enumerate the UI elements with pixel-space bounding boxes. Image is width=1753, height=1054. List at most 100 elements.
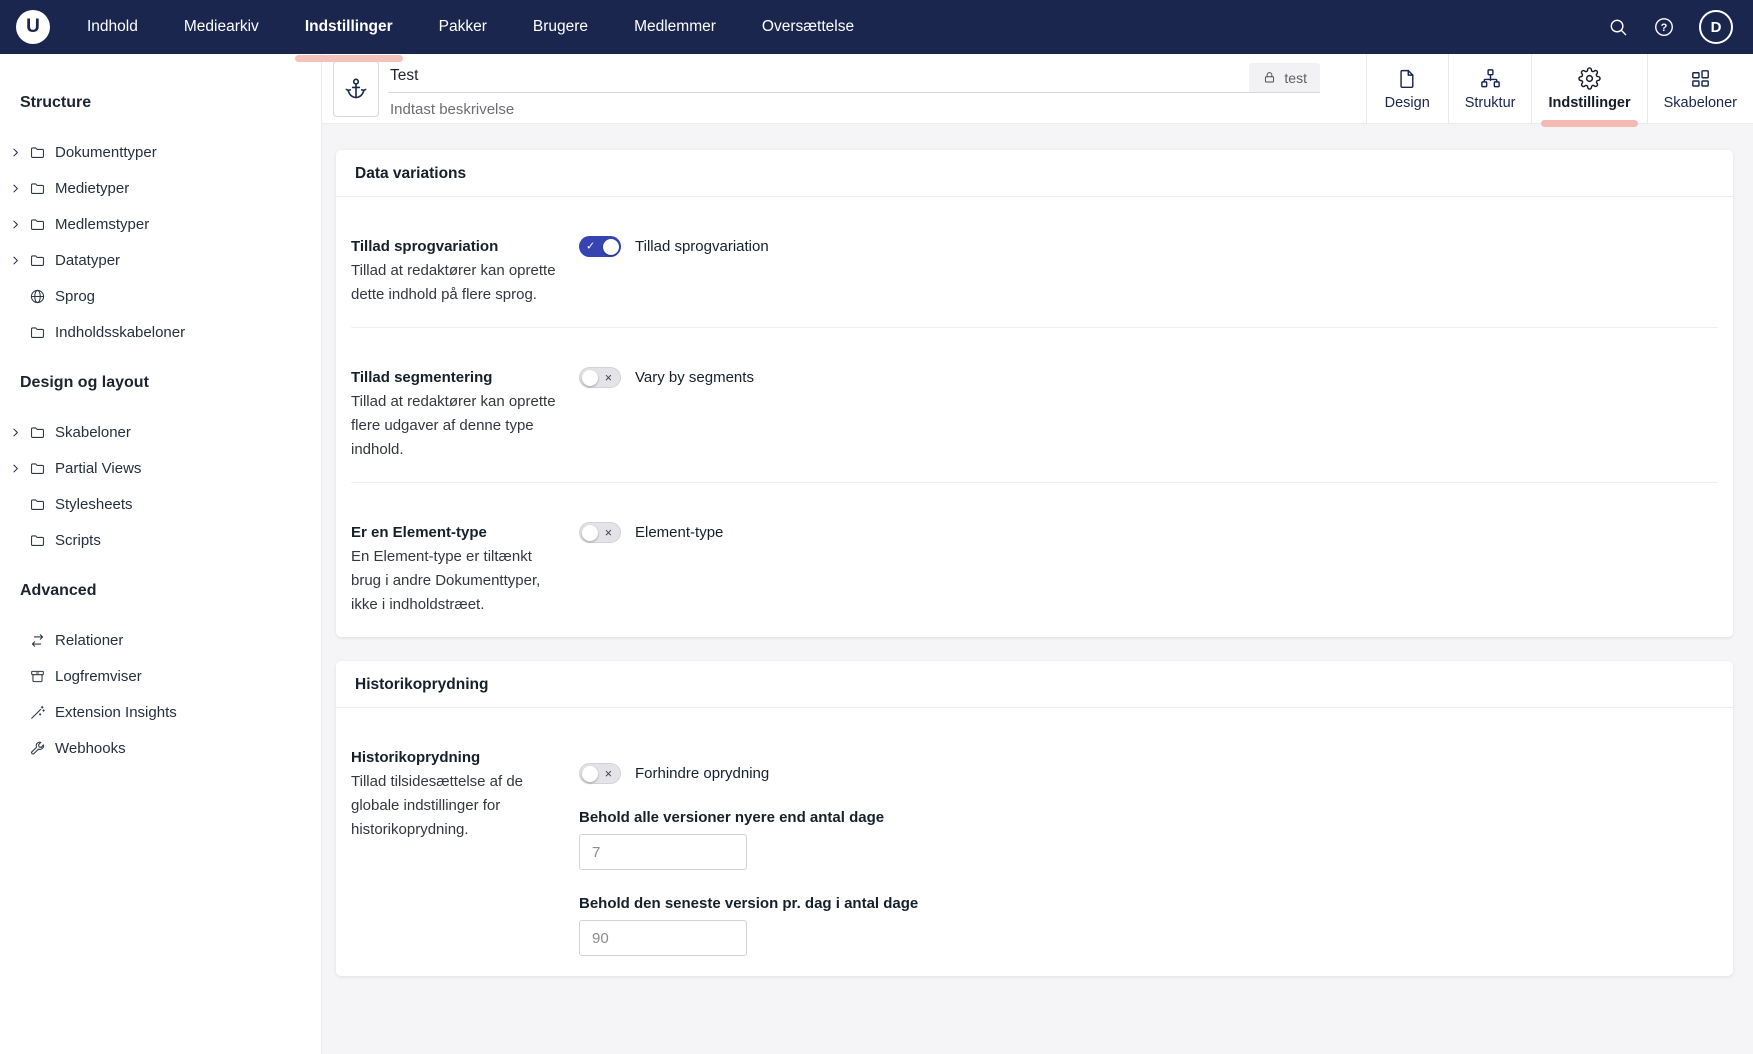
nav-item-indstillinger[interactable]: Indstillinger [282,0,416,54]
relations-icon [29,632,46,649]
sidebar-item-label: Scripts [55,532,101,549]
settings-row-er-en-element-type: Er en Element-type En Element-type er ti… [351,482,1718,637]
settings-row-tillad-segmentering: Tillad segmentering Tillad at redaktører… [351,327,1718,482]
svg-text:?: ? [1661,22,1668,34]
sidebar-item-relationer[interactable]: Relationer [8,622,311,658]
sidebar-item-stylesheets[interactable]: Stylesheets [8,486,311,522]
alias-lock-button[interactable]: test [1249,63,1320,93]
chevron-spacer [10,671,21,682]
card-historikoprydning: Historikoprydning Historikoprydning Till… [336,661,1733,976]
folder-icon [29,180,46,197]
folder-icon [29,460,46,477]
name-input[interactable] [388,63,1249,93]
sidebar-item-scripts[interactable]: Scripts [8,522,311,558]
row-description: Tillad at redaktører kan oprette flere u… [351,390,565,462]
toggle-knob [603,239,619,255]
chevron-right-icon [10,183,21,194]
settings-row-historikoprydning: Historikoprydning Tillad tilsidesættelse… [351,708,1718,976]
tab-skabeloner[interactable]: Skabeloner [1647,54,1753,124]
wand-icon [29,704,46,721]
sidebar-item-skabeloner[interactable]: Skabeloner [8,414,311,450]
tab-indstillinger[interactable]: Indstillinger [1531,54,1646,124]
alias-label: test [1284,70,1307,86]
sidebar: Structure Dokumenttyper Medietyper Medle… [0,54,322,1054]
toggle-tillad-sprogvariation[interactable]: ✓ [579,236,621,257]
folder-icon [29,324,46,341]
toggle-historikoprydning[interactable]: × [579,763,621,784]
cross-icon: × [605,767,612,780]
wrench-icon [29,740,46,757]
folder-icon [29,252,46,269]
cross-icon: × [605,526,612,539]
sidebar-item-sprog[interactable]: Sprog [8,278,311,314]
sitemap-icon [1479,67,1502,90]
tab-design[interactable]: Design [1366,54,1448,124]
topnav-right: ? D [1607,10,1733,44]
field-label: Behold den seneste version pr. dag i ant… [579,895,1714,912]
sidebar-item-label: Medietyper [55,180,129,197]
sidebar-item-label: Extension Insights [55,704,177,721]
lock-icon [1262,70,1277,85]
chevron-right-icon [10,463,21,474]
help-icon[interactable]: ? [1653,16,1675,38]
sidebar-item-partial-views[interactable]: Partial Views [8,450,311,486]
row-label: Historikoprydning [351,746,565,770]
entity-icon-picker-button[interactable] [333,61,379,117]
avatar[interactable]: D [1699,10,1733,44]
toggle-er-en-element-type[interactable]: × [579,522,621,543]
field-label: Behold alle versioner nyere end antal da… [579,809,1714,826]
sidebar-item-indholdsskabeloner[interactable]: Indholdsskabeloner [8,314,311,350]
tab-label: Design [1385,95,1430,111]
sidebar-section-structure: Structure Dokumenttyper Medietyper Medle… [8,94,311,350]
nav-item-pakker[interactable]: Pakker [416,0,510,54]
toggle-knob [582,525,598,541]
nav-item-oversaettelse[interactable]: Oversættelse [739,0,877,54]
nav-item-mediearkiv[interactable]: Mediearkiv [161,0,282,54]
sidebar-item-label: Indholdsskabeloner [55,324,185,341]
umbraco-logo-icon[interactable]: U [16,10,50,44]
sidebar-item-medietyper[interactable]: Medietyper [8,170,311,206]
toggle-knob [582,766,598,782]
sidebar-section-title: Structure [20,94,311,112]
sidebar-item-label: Dokumenttyper [55,144,157,161]
sidebar-section-advanced: Advanced Relationer Logfremviser Extensi… [8,582,311,766]
folder-icon [29,144,46,161]
folder-icon [29,216,46,233]
tab-struktur[interactable]: Struktur [1448,54,1532,124]
sidebar-item-logfremviser[interactable]: Logfremviser [8,658,311,694]
row-description: Tillad at redaktører kan oprette dette i… [351,259,565,307]
sidebar-item-datatyper[interactable]: Datatyper [8,242,311,278]
chevron-right-icon [10,147,21,158]
topnav-items: IndholdMediearkivIndstillingerPakkerBrug… [64,0,877,54]
sidebar-item-label: Sprog [55,288,95,305]
field-input-behold-den-seneste-version-pr-dag-i-antal-dage[interactable] [579,920,747,956]
sidebar-item-label: Skabeloner [55,424,131,441]
chevron-spacer [10,291,21,302]
sidebar-section-title: Advanced [20,582,311,600]
chevron-spacer [10,743,21,754]
toggle-tillad-segmentering[interactable]: × [579,367,621,388]
check-icon: ✓ [586,241,595,252]
sidebar-item-label: Relationer [55,632,123,649]
field-input-behold-alle-versioner-nyere-end-antal-dage[interactable] [579,834,747,870]
description-input[interactable] [388,93,908,118]
sidebar-item-webhooks[interactable]: Webhooks [8,730,311,766]
sidebar-item-medlemstyper[interactable]: Medlemstyper [8,206,311,242]
toggle-label: Element-type [635,524,723,541]
row-description: Tillad tilsidesættelse af de globale ind… [351,770,565,842]
sidebar-item-label: Partial Views [55,460,141,477]
sidebar-item-extension-insights[interactable]: Extension Insights [8,694,311,730]
row-label: Er en Element-type [351,521,565,545]
folder-icon [29,532,46,549]
search-icon[interactable] [1607,16,1629,38]
sidebar-item-dokumenttyper[interactable]: Dokumenttyper [8,134,311,170]
logviewer-icon [29,668,46,685]
anchor-icon [343,76,369,102]
nav-item-indhold[interactable]: Indhold [64,0,161,54]
nav-item-brugere[interactable]: Brugere [510,0,611,54]
chevron-spacer [10,707,21,718]
chevron-spacer [10,327,21,338]
tab-label: Skabeloner [1664,95,1737,111]
nav-item-medlemmer[interactable]: Medlemmer [611,0,739,54]
chevron-right-icon [10,219,21,230]
